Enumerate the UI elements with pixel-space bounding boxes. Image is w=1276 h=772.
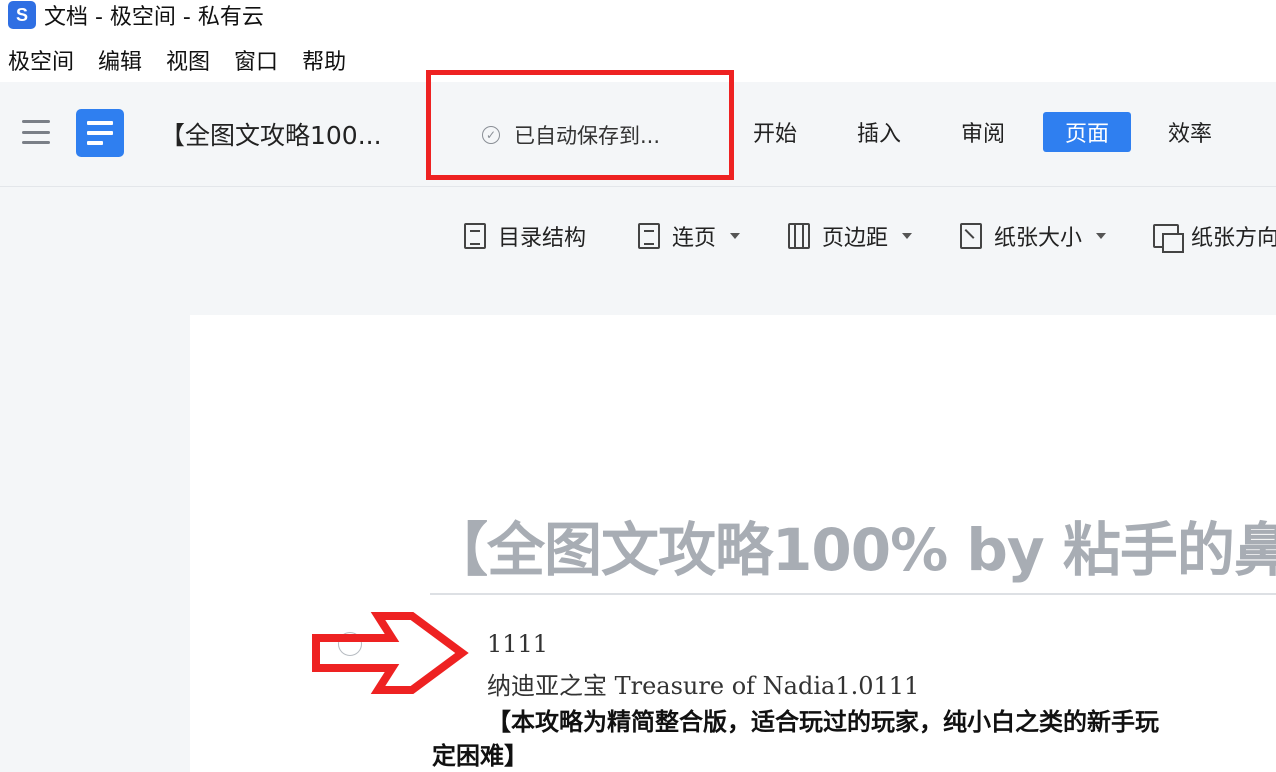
tab-start[interactable]: 开始 [752,112,798,152]
paragraph-line[interactable]: 纳迪亚之宝 Treasure of Nadia1.0111 [487,666,919,701]
menu-item-edit[interactable]: 编辑 [98,44,142,76]
tab-efficiency[interactable]: 效率 [1167,112,1213,152]
paragraph-line[interactable]: 定困难】 [432,736,528,771]
window-titlebar: S 文档 - 极空间 - 私有云 [0,0,1276,30]
chevron-down-icon [730,233,741,239]
menu-item-window[interactable]: 窗口 [234,44,278,76]
margins-label: 页边距 [822,226,889,251]
toc-structure-button[interactable]: 目录结构 [464,219,586,253]
tab-review[interactable]: 审阅 [960,112,1006,152]
document-title[interactable]: 【全图文攻略100% by 粘手的鼻 [430,503,1276,587]
paper-orientation-label: 纸张方向 [1191,226,1276,251]
menu-item-zspace[interactable]: 极空间 [8,44,74,76]
tab-insert[interactable]: 插入 [856,112,902,152]
continuous-page-icon [638,223,660,249]
annotation-highlight-box [426,70,734,180]
annotation-arrow-icon [312,612,469,694]
paper-orientation-dropdown[interactable]: 纸张方向 [1153,219,1276,253]
menu-item-help[interactable]: 帮助 [302,44,346,76]
document-page[interactable]: 【全图文攻略100% by 粘手的鼻 1111 纳迪亚之宝 Treasure o… [190,315,1276,772]
document-icon [76,109,124,157]
margins-icon [788,223,810,249]
editor-workspace: 【全图文攻略100% by 粘手的鼻 1111 纳迪亚之宝 Treasure o… [0,285,1276,772]
paper-size-label: 纸张大小 [994,226,1083,251]
paper-size-dropdown[interactable]: 纸张大小 [960,219,1107,253]
continuous-page-label: 连页 [672,226,717,251]
hamburger-menu-icon[interactable] [22,120,50,144]
outline-icon [464,223,486,249]
orientation-icon [1153,224,1184,253]
window-title: 文档 - 极空间 - 私有云 [44,5,264,30]
tab-page[interactable]: 页面 [1043,112,1131,152]
document-name[interactable]: 【全图文攻略100... [160,116,382,152]
margins-dropdown[interactable]: 页边距 [788,219,913,253]
paragraph-line[interactable]: 【本攻略为精简整合版，适合玩过的玩家，纯小白之类的新手玩 [487,702,1159,737]
title-divider [430,593,1276,595]
continuous-page-dropdown[interactable]: 连页 [638,219,741,253]
paragraph-line[interactable]: 1111 [487,630,548,658]
chevron-down-icon [1096,233,1107,239]
page-ribbon: 目录结构 连页 页边距 纸张大小 纸张方向 [0,187,1276,285]
toc-structure-label: 目录结构 [498,226,587,251]
app-logo-icon: S [8,1,36,29]
paper-size-icon [960,223,982,249]
menu-item-view[interactable]: 视图 [166,44,210,76]
chevron-down-icon [902,233,913,239]
